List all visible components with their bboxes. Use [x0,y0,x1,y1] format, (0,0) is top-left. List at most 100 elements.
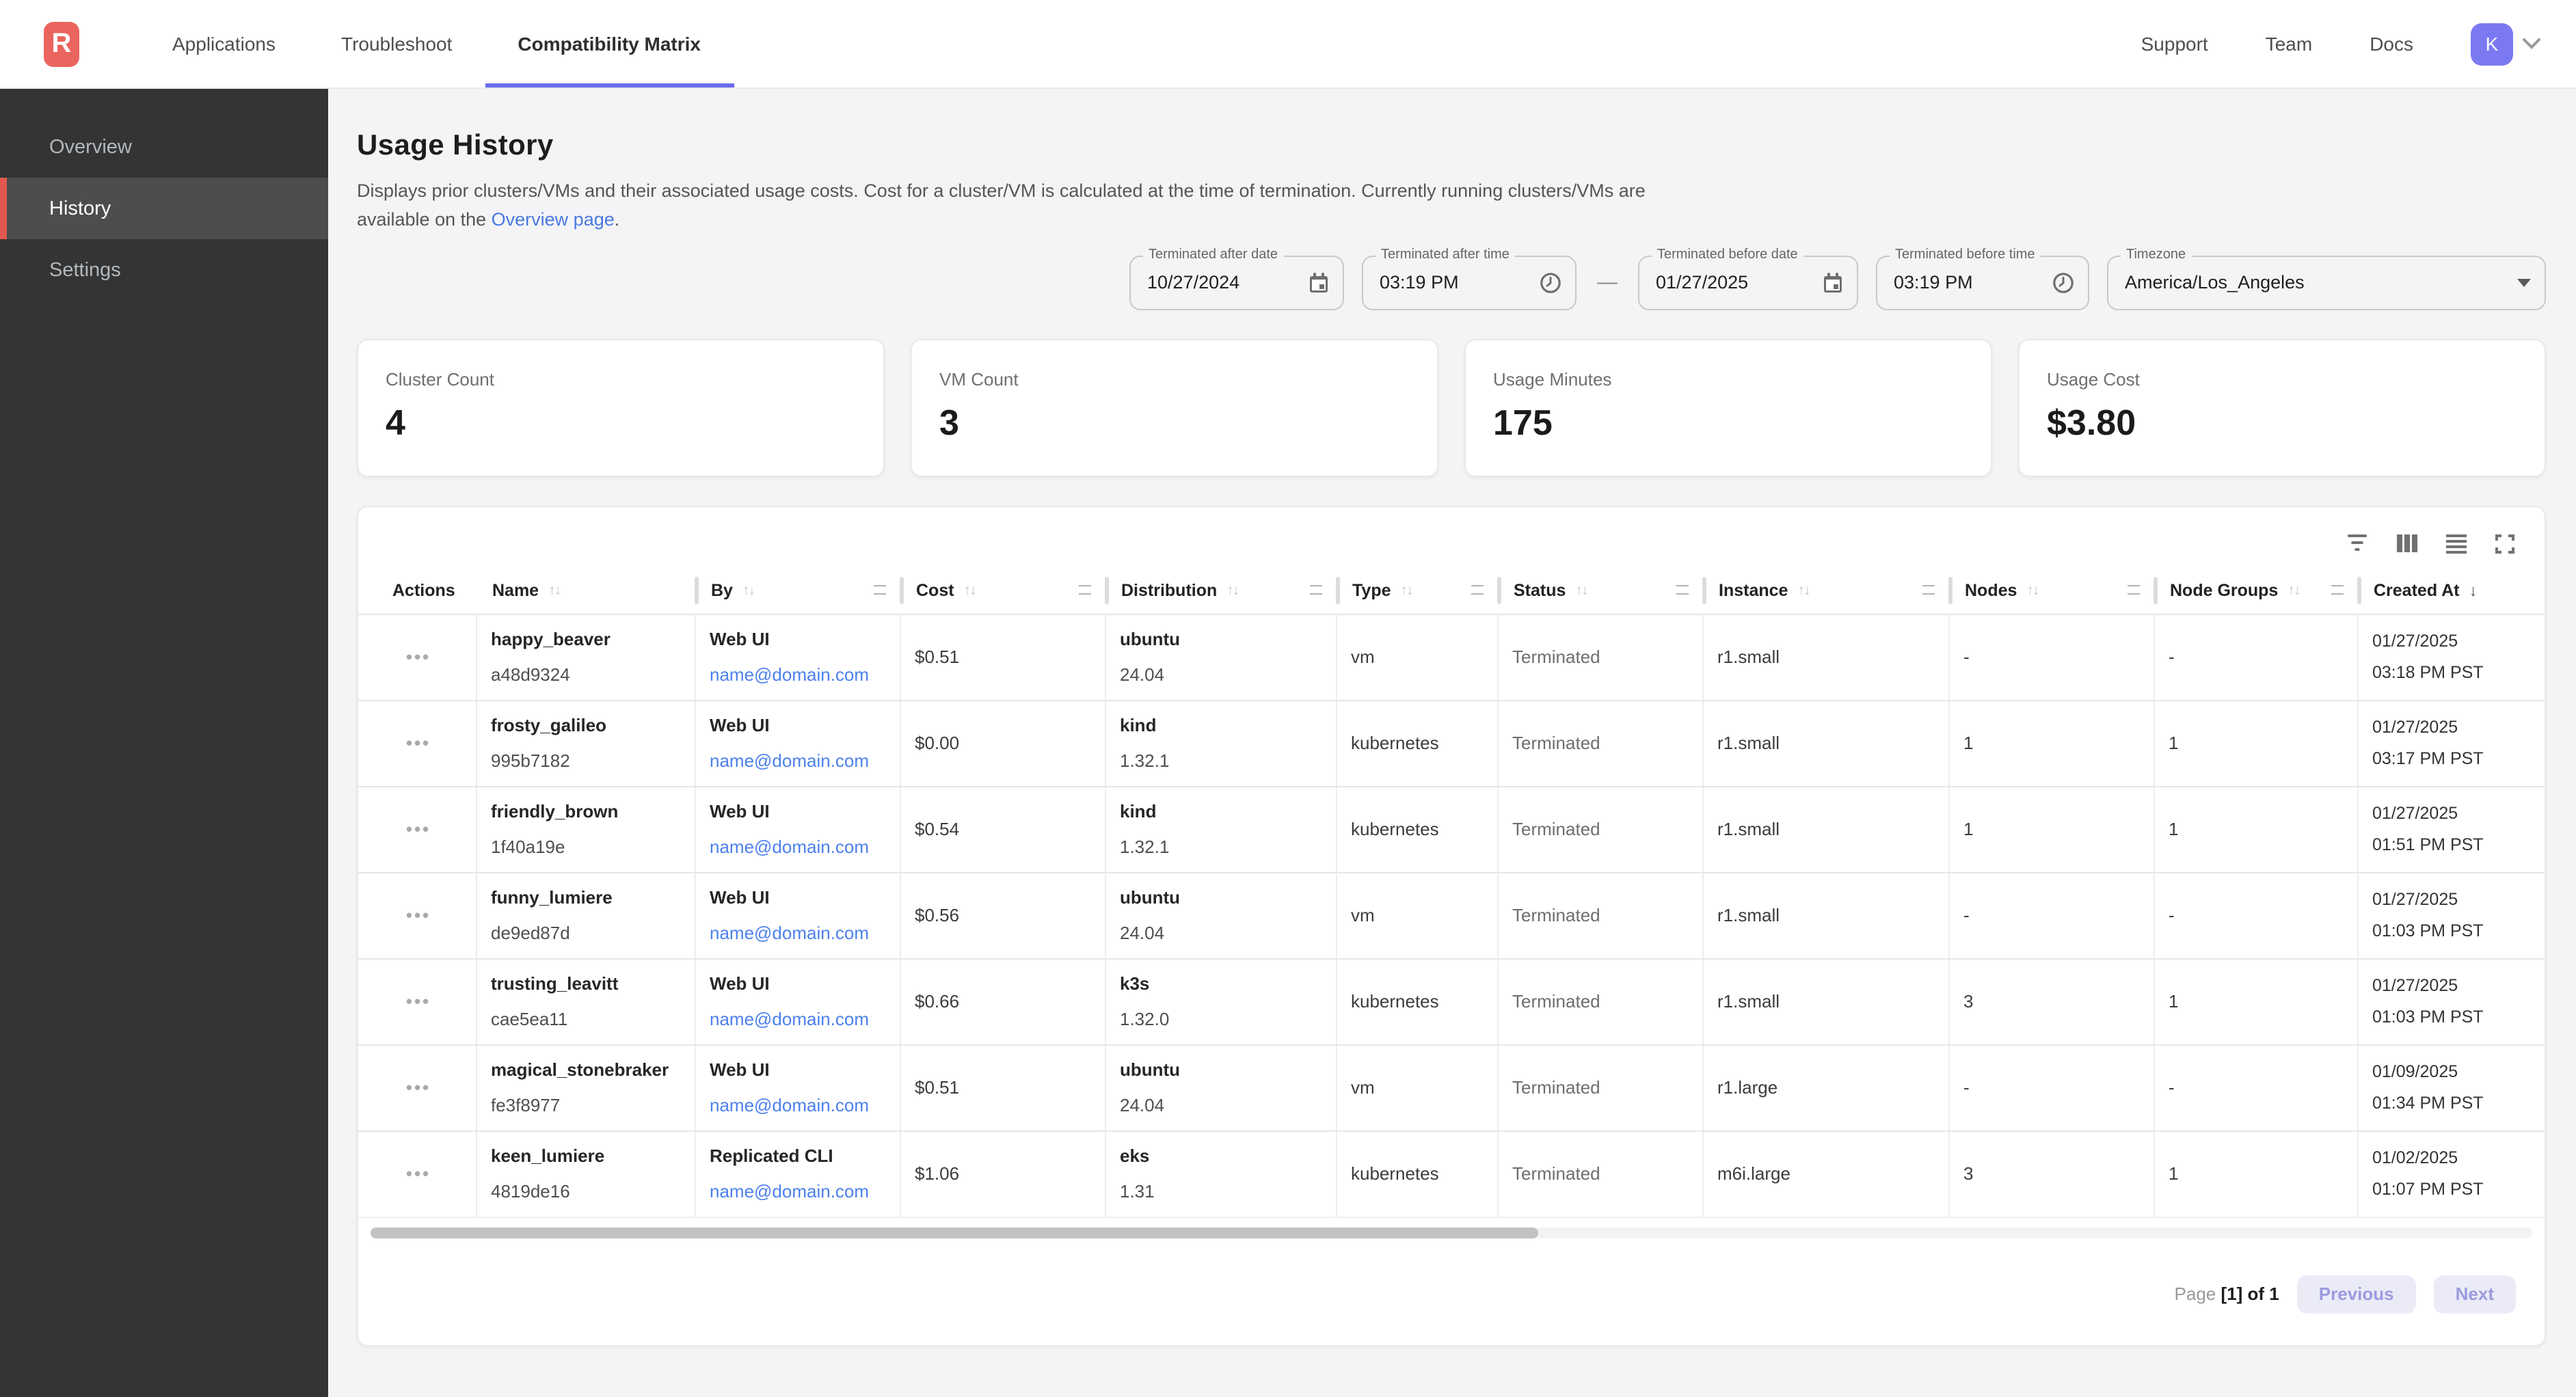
row-actions-menu-icon[interactable]: ••• [406,992,431,1012]
distribution-version: 24.04 [1120,1096,1325,1116]
column-header-status[interactable]: Status↑↓ [1497,567,1702,614]
instance-cell: m6i.large [1702,1132,1948,1217]
nodes-cell: 3 [1948,1132,2154,1217]
node-groups-cell: 1 [2154,787,2357,872]
distribution-version: 1.32.1 [1120,837,1325,858]
sort-icon[interactable]: ↑↓ [1797,582,1809,599]
account-menu[interactable]: K [2471,23,2540,65]
row-actions-menu-icon[interactable]: ••• [406,906,431,926]
column-header-instance[interactable]: Instance↑↓ [1702,567,1948,614]
sidebar-item-settings[interactable]: Settings [0,239,328,301]
terminated-before-date-value[interactable]: 01/27/2025 [1656,273,1748,293]
nav-tab-compatibility-matrix[interactable]: Compatibility Matrix [485,0,734,87]
created-by-email-link[interactable]: name@domain.com [710,923,889,944]
created-by-email-link[interactable]: name@domain.com [710,751,889,772]
column-menu-icon[interactable] [2128,586,2140,595]
nav-link-team[interactable]: Team [2266,33,2312,55]
filter-icon[interactable] [2346,535,2368,553]
by-cell: Web UIname@domain.com [695,787,900,872]
created-by-email-link[interactable]: name@domain.com [710,1009,889,1030]
column-header-created-at[interactable]: Created At↓ [2357,567,2546,614]
nodes-cell: 3 [1948,960,2154,1044]
column-menu-icon[interactable] [1676,586,1689,595]
sort-icon[interactable]: ↑↓ [742,582,754,599]
column-menu-icon[interactable] [1310,586,1322,595]
sort-icon[interactable]: ↑↓ [548,582,560,599]
nav-link-docs[interactable]: Docs [2370,33,2413,55]
type-cell: kubernetes [1336,787,1497,872]
row-actions-menu-icon[interactable]: ••• [406,1078,431,1098]
row-actions-menu-icon[interactable]: ••• [406,1164,431,1184]
row-actions-menu-icon[interactable]: ••• [406,819,431,840]
terminated-before-time-value[interactable]: 03:19 PM [1894,273,1973,293]
brand-logo[interactable]: R [0,0,79,87]
table-row: •••keen_lumiere4819de16Replicated CLInam… [358,1130,2545,1217]
column-header-name[interactable]: Name↑↓ [476,567,695,614]
sidebar-item-history[interactable]: History [0,178,328,239]
date-range-separator: — [1594,271,1620,295]
scrollbar-thumb[interactable] [371,1228,1538,1238]
clock-icon[interactable] [2052,272,2074,294]
column-menu-icon[interactable] [1079,586,1091,595]
density-icon[interactable] [2446,534,2467,554]
previous-page-button[interactable]: Previous [2297,1275,2416,1314]
row-actions-menu-icon[interactable]: ••• [406,647,431,668]
created-by-email-link[interactable]: name@domain.com [710,665,889,686]
instance-cell: r1.small [1702,701,1948,786]
timezone-select[interactable]: Timezone America/Los_Angeles [2107,256,2546,310]
columns-icon[interactable] [2397,535,2417,553]
table-toolbar [358,507,2545,567]
next-page-button[interactable]: Next [2434,1275,2516,1314]
cluster-id: cae5ea11 [491,1009,684,1030]
scrollbar-track[interactable] [371,1228,2532,1238]
column-header-distribution[interactable]: Distribution↑↓ [1105,567,1336,614]
dropdown-arrow-icon[interactable] [2517,279,2531,287]
distribution-version: 1.32.0 [1120,1009,1325,1030]
column-header-type[interactable]: Type↑↓ [1336,567,1497,614]
calendar-icon[interactable] [1309,272,1329,294]
avatar[interactable]: K [2471,23,2513,65]
timezone-value[interactable]: America/Los_Angeles [2125,273,2305,293]
created-by-email-link[interactable]: name@domain.com [710,1182,889,1202]
cluster-id: a48d9324 [491,665,684,686]
terminated-before-time-field[interactable]: Terminated before time 03:19 PM [1876,256,2089,310]
column-menu-icon[interactable] [1922,586,1935,595]
terminated-after-time-field[interactable]: Terminated after time 03:19 PM [1362,256,1577,310]
terminated-after-date-field[interactable]: Terminated after date 10/27/2024 [1129,256,1344,310]
sort-icon[interactable]: ↑↓ [964,582,976,599]
sort-desc-icon[interactable]: ↓ [2469,581,2478,600]
calendar-icon[interactable] [1823,272,1843,294]
sort-icon[interactable]: ↑↓ [2026,582,2038,599]
sort-icon[interactable]: ↑↓ [1401,582,1412,599]
chevron-down-icon[interactable] [2523,38,2540,49]
column-header-nodes[interactable]: Nodes↑↓ [1948,567,2154,614]
overview-page-link[interactable]: Overview page [492,209,615,230]
created-by-email-link[interactable]: name@domain.com [710,837,889,858]
column-menu-icon[interactable] [874,586,886,595]
column-menu-icon[interactable] [1471,586,1484,595]
nav-tab-applications[interactable]: Applications [139,0,308,87]
column-header-node-groups[interactable]: Node Groups↑↓ [2154,567,2357,614]
terminated-after-date-value[interactable]: 10/27/2024 [1147,273,1239,293]
terminated-before-date-field[interactable]: Terminated before date 01/27/2025 [1638,256,1858,310]
terminated-after-date-label: Terminated after date [1143,247,1283,262]
terminated-after-time-value[interactable]: 03:19 PM [1380,273,1459,293]
sort-icon[interactable]: ↑↓ [1575,582,1587,599]
sidebar-item-overview[interactable]: Overview [0,116,328,178]
pagination: Page [1] of 1 Previous Next [358,1244,2545,1345]
row-actions-menu-icon[interactable]: ••• [406,733,431,754]
column-header-cost[interactable]: Cost↑↓ [900,567,1105,614]
fullscreen-icon[interactable] [2495,534,2514,554]
created-by-email-link[interactable]: name@domain.com [710,1096,889,1116]
stat-card-usage-cost: Usage Cost $3.80 [2018,339,2546,477]
clock-icon[interactable] [1540,272,1561,294]
sort-icon[interactable]: ↑↓ [2287,582,2299,599]
sort-icon[interactable]: ↑↓ [1226,582,1238,599]
created-by-source: Web UI [710,629,889,650]
column-header-by[interactable]: By↑↓ [695,567,900,614]
status-cell: Terminated [1497,1046,1702,1130]
created-time: 01:51 PM PST [2372,836,2536,855]
column-menu-icon[interactable] [2331,586,2344,595]
nav-tab-troubleshoot[interactable]: Troubleshoot [308,0,485,87]
nav-link-support[interactable]: Support [2141,33,2208,55]
